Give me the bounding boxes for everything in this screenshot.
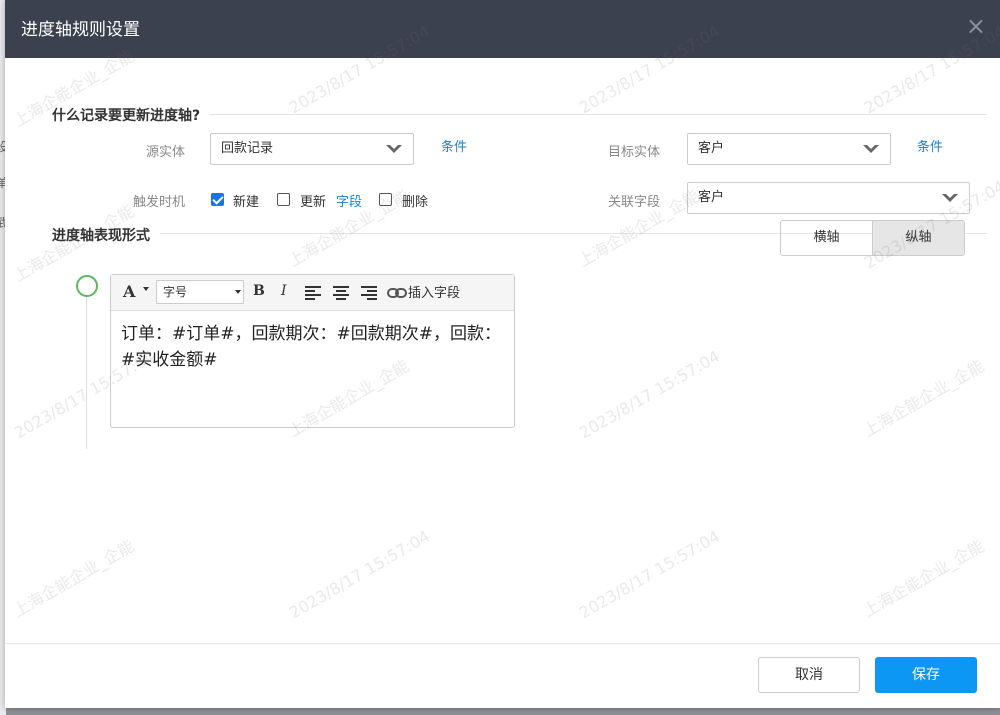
trigger-update-label: 更新: [300, 195, 327, 210]
font-color-icon[interactable]: A: [123, 282, 135, 301]
timeline-node-circle: [76, 275, 98, 297]
trigger-field-link[interactable]: 字段: [336, 191, 362, 210]
chevron-down-icon: [863, 145, 879, 153]
section-title-display: 进度轴表现形式: [52, 225, 160, 245]
orientation-vertical-button[interactable]: 纵轴: [872, 221, 964, 255]
editor-toolbar: A 字号 B I 插入字段: [111, 275, 514, 311]
align-right-icon[interactable]: [361, 286, 377, 300]
italic-icon[interactable]: I: [281, 283, 287, 299]
source-entity-value: 回款记录: [221, 141, 274, 156]
watermark: 上海企能企业_企能: [860, 536, 988, 621]
link-icon[interactable]: [387, 287, 407, 299]
watermark: 2023/8/17 15:57:04: [575, 346, 724, 443]
related-field-value: 客户: [698, 190, 725, 205]
source-entity-label: 源实体: [145, 145, 185, 160]
font-size-value: 字号: [163, 285, 188, 299]
target-entity-label: 目标实体: [607, 145, 660, 160]
trigger-delete-label: 删除: [402, 195, 429, 210]
chevron-down-icon: [386, 145, 402, 153]
trigger-update-checkbox[interactable]: [277, 193, 290, 206]
watermark: 上海企能企业_企能: [10, 536, 138, 621]
related-field-select[interactable]: 客户: [687, 182, 970, 214]
target-entity-select[interactable]: 客户: [687, 133, 891, 165]
watermark: 2023/8/17 15:57:04: [285, 526, 434, 623]
bold-icon[interactable]: B: [253, 283, 265, 299]
align-center-icon[interactable]: [333, 286, 349, 300]
trigger-label: 触发时机: [132, 195, 185, 210]
font-size-select[interactable]: 字号: [156, 280, 244, 304]
watermark: 上海企能企业_企能: [860, 356, 988, 441]
section-title-records: 什么记录要更新进度轴?: [52, 105, 211, 125]
trigger-create-label: 新建: [233, 195, 260, 210]
footer-divider: [5, 643, 1000, 644]
timeline-rule-dialog: 进度轴规则设置 × 什么记录要更新进度轴? 源实体 回款记录 条件 目标实体 客…: [5, 0, 1000, 708]
related-field-label: 关联字段: [607, 195, 660, 210]
cancel-button[interactable]: 取消: [758, 657, 860, 693]
watermark: 2023/8/17 15:57:04: [575, 526, 724, 623]
source-condition-link[interactable]: 条件: [441, 136, 467, 155]
timeline-line: [86, 297, 87, 449]
chevron-down-icon: [942, 194, 958, 202]
orientation-horizontal-button[interactable]: 横轴: [781, 221, 872, 255]
source-entity-select[interactable]: 回款记录: [210, 133, 414, 165]
dialog-titlebar: 进度轴规则设置 ×: [5, 0, 1000, 58]
align-left-icon[interactable]: [305, 286, 321, 300]
chevron-down-icon: [235, 290, 241, 294]
dialog-title: 进度轴规则设置: [21, 20, 140, 40]
font-color-caret-icon[interactable]: [143, 287, 149, 291]
trigger-delete-checkbox[interactable]: [379, 193, 392, 206]
insert-field-button[interactable]: 插入字段: [408, 282, 460, 301]
orientation-toggle: 横轴 纵轴: [780, 220, 965, 256]
rich-text-editor: A 字号 B I 插入字段 订单：#订单#，回款期次：#回款期次#，回款：#实收…: [110, 274, 515, 428]
target-entity-value: 客户: [698, 141, 725, 156]
target-condition-link[interactable]: 条件: [917, 136, 943, 155]
editor-content[interactable]: 订单：#订单#，回款期次：#回款期次#，回款：#实收金额#: [111, 311, 514, 383]
save-button[interactable]: 保存: [875, 657, 977, 693]
trigger-create-checkbox[interactable]: [211, 193, 224, 206]
close-icon[interactable]: ×: [966, 12, 986, 40]
